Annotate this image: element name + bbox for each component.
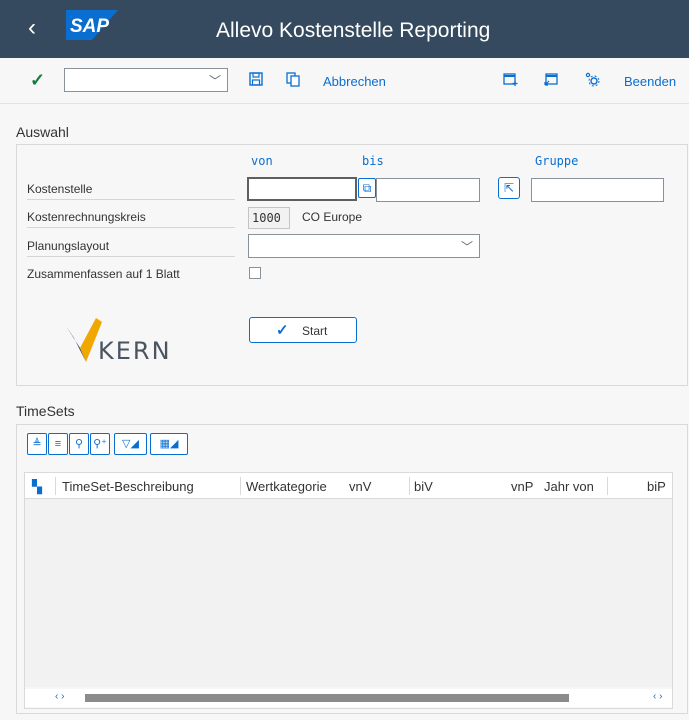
scrollbar-thumb[interactable] — [85, 694, 569, 702]
group-select-icon[interactable]: ⇱ — [498, 177, 520, 199]
combine-sheet-checkbox[interactable] — [249, 267, 261, 279]
column-header[interactable]: Jahr von — [544, 479, 594, 494]
settings-gear-icon[interactable] — [584, 71, 600, 87]
check-icon: ✓ — [276, 322, 289, 339]
scroll-right-icon[interactable]: ‹ › — [653, 691, 662, 702]
window-settings-icon[interactable] — [543, 71, 559, 87]
sort-descending-icon[interactable]: ≡ — [48, 433, 68, 455]
controlling-area-label: Kostenrechnungskreis — [27, 210, 235, 228]
save-icon[interactable] — [248, 71, 264, 87]
sort-ascending-icon[interactable]: ≜ — [27, 433, 47, 455]
filter-icon[interactable]: ▽◢ — [114, 433, 147, 455]
chevron-down-icon[interactable]: ﹀ — [461, 238, 473, 255]
column-header[interactable]: TimeSet-Beschreibung — [62, 479, 194, 494]
column-header[interactable]: biV — [414, 479, 433, 494]
layout-icon[interactable]: ▦◢ — [150, 433, 188, 455]
cost-center-label: Kostenstelle — [27, 182, 235, 200]
kern-logo-text: KERN — [98, 337, 172, 365]
column-header-from: von — [251, 154, 273, 168]
timesets-grid: ▚ TimeSet-Beschreibung Wertkategorie vnV… — [24, 472, 673, 709]
column-header[interactable]: vnP — [511, 479, 533, 494]
controlling-area-text: CO Europe — [302, 210, 363, 224]
selection-section-title: Auswahl — [16, 124, 69, 140]
back-icon[interactable]: ‹ — [28, 14, 36, 42]
find-icon[interactable]: ⚲ — [69, 433, 89, 455]
app-title: Allevo Kostenstelle Reporting — [216, 19, 491, 42]
column-header[interactable]: biP — [647, 479, 666, 494]
planning-layout-select[interactable]: ﹀ — [248, 234, 480, 258]
enter-check-icon[interactable]: ✓ — [30, 70, 45, 91]
horizontal-scrollbar[interactable]: ‹ › ‹ › — [25, 689, 672, 707]
start-button[interactable]: ✓ Start — [249, 317, 357, 343]
cost-center-group-input[interactable] — [531, 178, 664, 202]
column-header[interactable]: Wertkategorie — [246, 479, 327, 494]
command-field[interactable]: ﹀ — [64, 68, 228, 92]
exit-button[interactable]: Beenden — [624, 74, 676, 89]
title-bar: ‹ SAP Allevo Kostenstelle Reporting — [0, 0, 689, 58]
controlling-area-value: 1000 — [248, 207, 290, 229]
cancel-button[interactable]: Abbrechen — [323, 74, 386, 89]
planning-layout-label: Planungslayout — [27, 239, 235, 257]
cost-center-to-input[interactable] — [376, 178, 480, 202]
grid-header: ▚ TimeSet-Beschreibung Wertkategorie vnV… — [25, 473, 672, 499]
copy-icon[interactable] — [285, 71, 301, 87]
multiple-selection-icon[interactable]: ⧉ — [358, 178, 376, 198]
toolbar: ✓ ﹀ Abbrechen Beenden — [0, 58, 689, 104]
combine-sheet-label: Zusammenfassen auf 1 Blatt — [27, 267, 180, 281]
column-header-to: bis — [362, 154, 384, 168]
column-header-group: Gruppe — [535, 154, 579, 168]
scroll-left-icon[interactable]: ‹ › — [55, 691, 64, 702]
svg-text:SAP: SAP — [70, 16, 109, 37]
find-next-icon[interactable]: ⚲⁺ — [90, 433, 110, 455]
cost-center-from-input[interactable] — [247, 177, 357, 201]
sap-logo: SAP — [66, 10, 118, 40]
grid-body — [25, 499, 672, 687]
timesets-section-title: TimeSets — [16, 403, 75, 419]
new-window-icon[interactable] — [502, 71, 518, 87]
column-header[interactable]: vnV — [349, 479, 371, 494]
select-all-icon[interactable]: ▚ — [32, 479, 42, 495]
chevron-down-icon[interactable]: ﹀ — [209, 72, 221, 89]
